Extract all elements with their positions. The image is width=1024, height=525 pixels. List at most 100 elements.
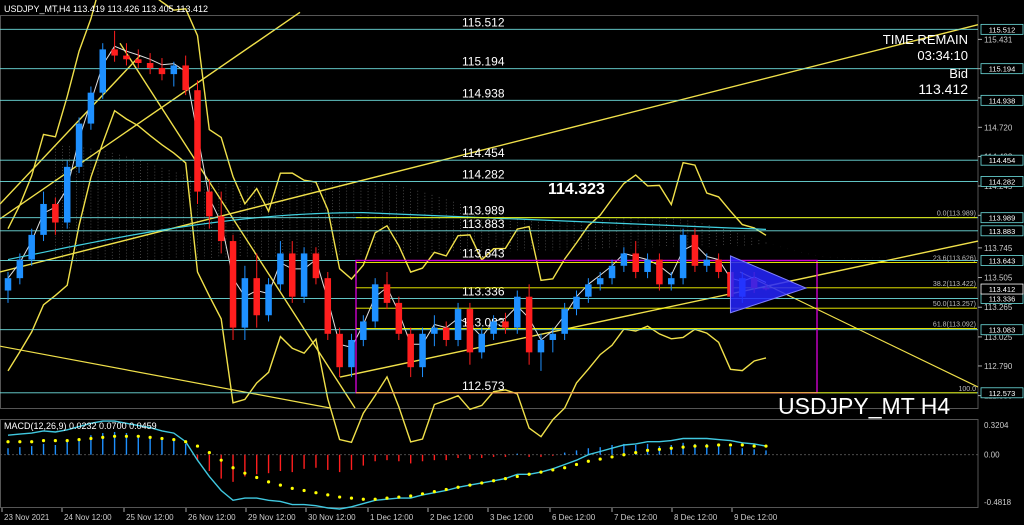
macd-signal-dot [385,496,389,500]
candle-body [596,278,604,285]
price-level-label: 113.883 [462,217,505,231]
candle-body [336,333,343,368]
macd-signal-dot [456,485,460,489]
price-tick-label: 115.431 [984,35,1013,44]
candle-body [52,203,59,223]
macd-signal-dot [468,483,472,487]
level-tag-text: 113.643 [989,256,1016,265]
candle-body [679,234,687,279]
time-tick-label: 8 Dec 12:00 [674,513,718,522]
candle-body [123,55,130,60]
macd-signal-dot [349,496,354,500]
price-level-label: 115.194 [462,55,505,69]
candle-body [703,259,711,266]
candle-body [146,62,154,68]
macd-signal-dot [243,471,247,475]
macd-signal-dot [207,450,211,455]
candle-body [478,333,486,353]
symbol-header: USDJPY_MT,H4 113.419 113.426 113.405 113… [4,4,208,14]
macd-signal-dot [397,495,401,499]
macd-signal-dot [527,472,531,476]
price-tick-label: 113.745 [984,244,1013,253]
macd-signal-dot [112,434,117,438]
macd-signal-dot [717,443,721,447]
macd-signal-dot [420,492,425,496]
time-tick-label: 25 Nov 12:00 [126,513,174,522]
chart[interactable]: 115.512 115.194 114.938 114.454 114.282 113.9… [0,0,1024,525]
candle-body [312,253,320,279]
price-level-label: 114.454 [462,146,505,160]
macd-signal-dot [338,495,342,499]
candle-body [371,284,379,322]
macd-signal-dot [184,440,188,444]
candle-body [514,296,521,328]
candle-body [253,278,260,316]
level-tag-text: 114.938 [989,96,1016,105]
candle-body [395,302,403,334]
macd-signal-dot [610,455,614,459]
candle-body [407,333,414,368]
candle-body [419,333,426,368]
time-remain-label: TIME REMAIN [883,32,968,47]
macd-bottom-tick: -0.4818 [984,498,1012,507]
macd-signal-dot [314,491,318,495]
macd-label: MACD(12,26,9) 0.0232 0.0700 0.0459 [4,421,157,431]
macd-signal-dot [444,487,448,492]
candle-body [277,253,284,285]
macd-signal-dot [681,445,685,449]
macd-signal-dot [255,475,259,480]
macd-signal-dot [172,437,176,442]
macd-signal-dot [586,459,590,463]
macd-signal-dot [480,481,484,485]
candle-body [360,321,367,340]
macd-signal-dot [764,444,768,448]
candle-body [241,278,249,328]
price-level-label: 115.512 [462,15,505,29]
macd-signal-dot [574,462,579,467]
candle-body [549,333,557,340]
macd-signal-dot [77,437,81,442]
candle-body [525,296,533,353]
macd-signal-dot [539,470,543,474]
candle-body [561,309,568,334]
candle-body [194,90,201,192]
candle-body [644,259,651,272]
candle-body [656,259,663,285]
time-tick-label: 3 Dec 12:00 [490,513,534,522]
time-tick-label: 24 Nov 12:00 [64,513,112,522]
candle-body [40,203,47,235]
candle-body [28,234,35,260]
candle-body [135,59,142,63]
macd-signal-dot [6,440,10,444]
time-tick-label: 6 Dec 12:00 [552,513,596,522]
candle-body [99,49,107,93]
macd-signal-dot [231,466,235,470]
candle-body [4,278,12,291]
candle-body [206,191,213,217]
candle-body [75,123,83,167]
macd-signal-dot [503,477,508,481]
candle-body [454,309,462,340]
macd-signal-dot [41,439,46,443]
candle-body [431,327,438,334]
price-tick-label: 113.505 [984,274,1013,283]
macd-signal-dot [18,440,22,444]
candle-body [585,284,592,297]
macd-signal-dot [89,436,93,441]
macd-signal-dot [491,479,496,483]
fib-level-label: 61.8(113.092) [933,322,976,329]
candle-body [502,321,509,328]
macd-signal-dot [160,436,164,441]
macd-signal-dot [65,439,69,443]
candle-body [442,327,450,340]
macd-signal-dot [669,446,673,450]
candle-body [324,278,332,334]
watermark-symbol: USDJPY_MT H4 [778,393,950,419]
price-tick-label: 113.265 [984,303,1013,312]
level-tag-text: 113.083 [989,326,1016,335]
candle-body [490,321,497,334]
macd-signal-dot [598,457,602,461]
macd-signal-dot [266,480,271,484]
price-tick-label: 114.720 [984,123,1013,132]
macd-signal-dot [515,474,519,479]
